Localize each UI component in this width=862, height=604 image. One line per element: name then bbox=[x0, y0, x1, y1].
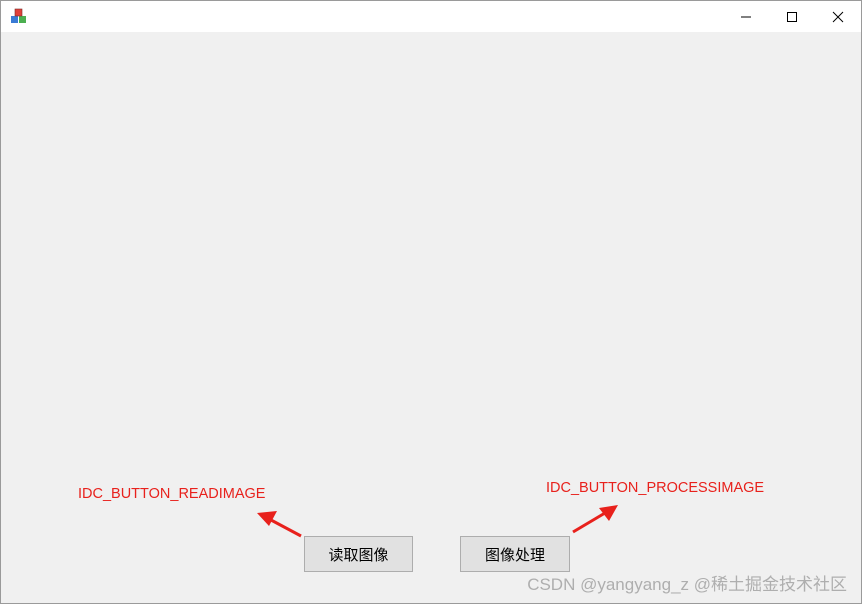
maximize-icon bbox=[787, 11, 797, 22]
arrow-to-process-button bbox=[572, 505, 618, 534]
app-icon bbox=[11, 8, 26, 23]
minimize-icon bbox=[741, 16, 751, 17]
maximize-button[interactable] bbox=[769, 1, 815, 32]
annotation-arrows bbox=[257, 505, 618, 538]
dialog-client-area: IDC_BUTTON_READIMAGE IDC_BUTTON_PROCESSI… bbox=[1, 32, 861, 603]
read-image-button[interactable]: 读取图像 bbox=[304, 536, 413, 572]
arrow-to-read-button bbox=[257, 511, 302, 538]
app-window: IDC_BUTTON_READIMAGE IDC_BUTTON_PROCESSI… bbox=[0, 0, 862, 604]
title-bar[interactable] bbox=[1, 1, 861, 32]
close-icon bbox=[832, 11, 844, 22]
minimize-button[interactable] bbox=[723, 1, 769, 32]
process-image-button[interactable]: 图像处理 bbox=[460, 536, 570, 572]
watermark-text: CSDN @yangyang_z @稀土掘金技术社区 bbox=[527, 575, 847, 594]
close-button[interactable] bbox=[815, 1, 861, 32]
